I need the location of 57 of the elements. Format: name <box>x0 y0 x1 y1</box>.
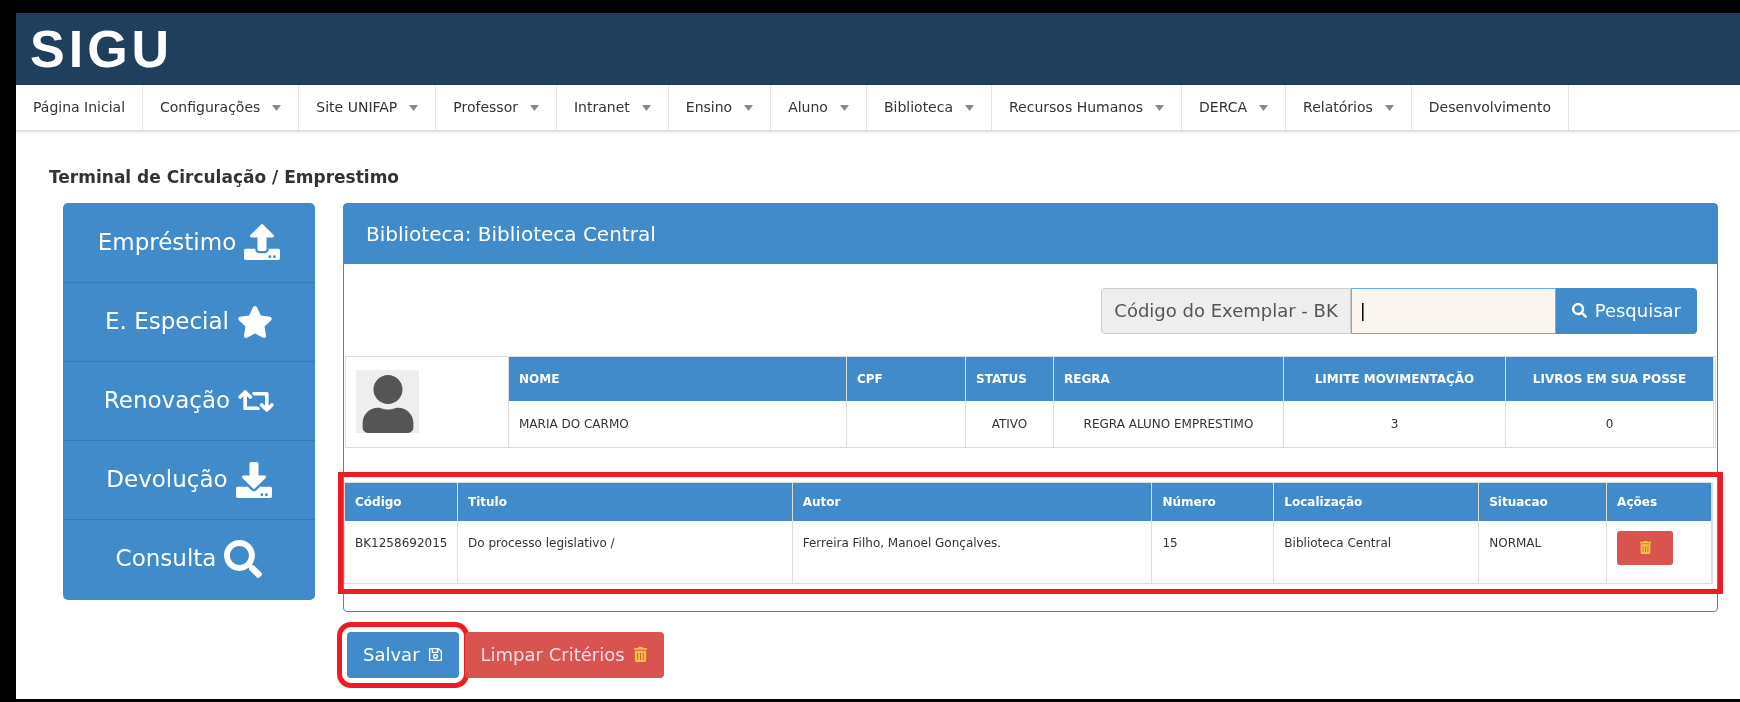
code-input-field[interactable]: | <box>1350 287 1556 334</box>
table-cell-text: Ferreira Filho, Manoel Gonçalves. <box>801 534 1003 552</box>
sidebar-item[interactable]: Renovação <box>63 360 315 440</box>
column-header: LIVROS EM SUA POSSE <box>1506 356 1713 401</box>
table-cell-text: ATIVO <box>990 415 1029 433</box>
table-cell-text: REGRA ALUNO EMPRESTIMO <box>1082 415 1255 433</box>
column-header: NOME <box>509 356 846 401</box>
table-cell-text: 0 <box>1604 415 1615 433</box>
panel-title: Biblioteca: Biblioteca Central <box>366 220 656 248</box>
save-icon <box>427 647 443 662</box>
avatar-silhouette <box>356 370 419 433</box>
nav-item[interactable]: Ensino <box>668 85 772 130</box>
table-cell-text: NORMAL <box>1488 534 1543 552</box>
column-header: CPF <box>847 356 965 401</box>
column-header: REGRA <box>1054 356 1283 401</box>
column-header: Código <box>345 482 457 521</box>
nav-item[interactable]: Intranet <box>556 85 669 130</box>
field-label: Código do Exemplar - BK <box>1101 287 1351 334</box>
sidebar-item[interactable]: Empréstimo <box>63 202 315 282</box>
star-icon <box>236 303 273 340</box>
column-header: Número <box>1152 482 1274 521</box>
nav-item[interactable]: Site UNIFAP <box>299 85 437 130</box>
table-cell-text: BK1258692015 <box>354 534 449 552</box>
search-icon <box>224 539 263 578</box>
table-cell-text: 3 <box>1389 415 1400 433</box>
table-cell-text: MARIA DO CARMO <box>518 415 630 433</box>
nav-item[interactable]: DERCA <box>1182 85 1287 130</box>
nav-item[interactable]: Desenvolvimento <box>1411 85 1570 130</box>
column-header: STATUS <box>966 356 1053 401</box>
column-header: Localização <box>1274 482 1479 521</box>
sidebar-item[interactable]: Devolução <box>63 439 315 519</box>
nav-item[interactable]: Página Inicial <box>16 85 144 130</box>
page-title: Terminal de Circulação / Emprestimo <box>49 166 401 189</box>
nav-item[interactable]: Aluno <box>771 85 867 130</box>
search-icon <box>1571 303 1587 318</box>
nav-item[interactable]: Configurações <box>143 85 300 130</box>
column-header: LIMITE MOVIMENTAÇÃO <box>1284 356 1505 401</box>
column-header: Ações <box>1607 482 1711 521</box>
column-header: Situacao <box>1479 482 1607 521</box>
table-cell-text: 15 <box>1161 534 1179 552</box>
delete-button[interactable] <box>1617 530 1674 565</box>
sidebar-item[interactable]: Consulta <box>63 518 315 598</box>
trash-icon <box>632 647 648 662</box>
search-button[interactable]: Pesquisar <box>1555 287 1697 334</box>
logo[interactable]: SIGU <box>30 23 174 75</box>
nav-item[interactable]: Relatórios <box>1286 85 1412 130</box>
nav-item[interactable]: Recursos Humanos <box>992 85 1182 130</box>
column-header: Autor <box>792 482 1152 521</box>
column-header: Titulo <box>458 482 792 521</box>
upload-icon <box>244 224 281 260</box>
sidebar-item[interactable]: E. Especial <box>63 281 315 361</box>
table-cell-text: Do processo legislativo / <box>467 534 616 552</box>
download-icon <box>235 461 272 498</box>
table-cell-text: Biblioteca Central <box>1283 534 1393 552</box>
nav-item[interactable]: Biblioteca <box>866 85 992 130</box>
trash-icon <box>1638 541 1652 554</box>
nav-item[interactable]: Professor <box>436 85 557 130</box>
